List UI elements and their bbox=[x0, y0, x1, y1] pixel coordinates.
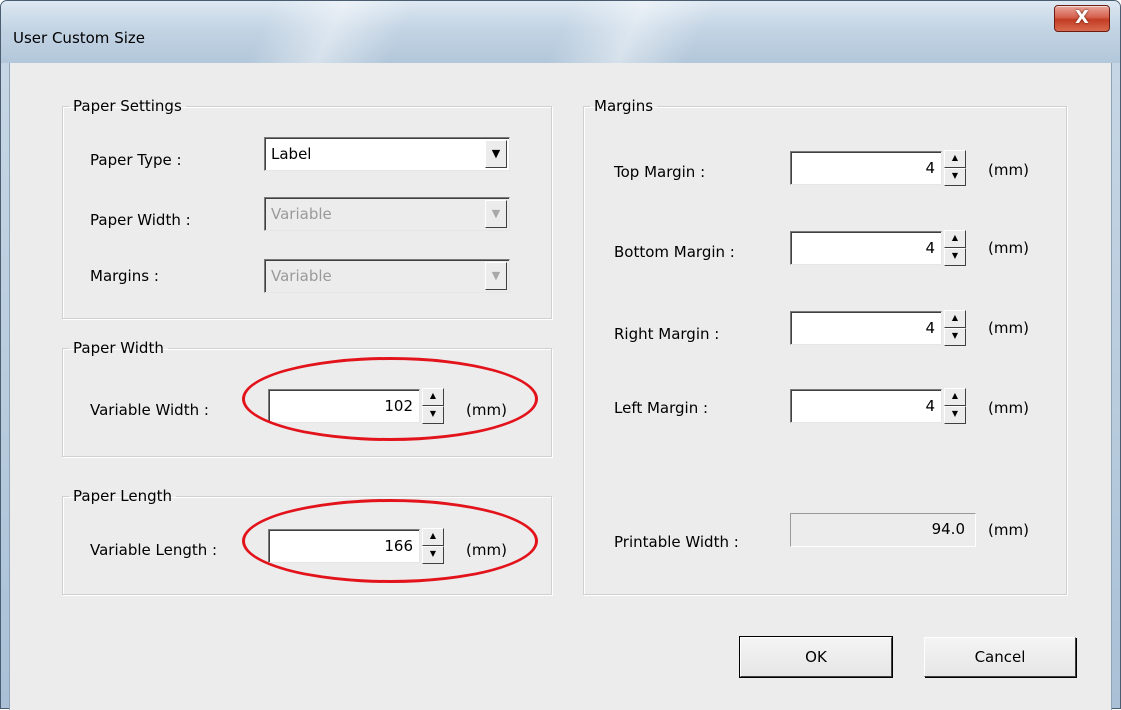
spin-up-icon[interactable]: ▲ bbox=[944, 230, 966, 248]
left-margin-unit: (mm) bbox=[988, 399, 1029, 417]
margins-setting-label: Margins : bbox=[90, 267, 159, 285]
spin-up-icon[interactable]: ▲ bbox=[944, 310, 966, 328]
margins-setting-select: Variable ▼ bbox=[264, 259, 510, 293]
paper-width-legend: Paper Width bbox=[73, 339, 164, 357]
top-margin-value: 4 bbox=[925, 159, 935, 177]
spin-up-icon[interactable]: ▲ bbox=[944, 150, 966, 168]
paper-type-value: Label bbox=[271, 145, 312, 163]
close-icon: X bbox=[1075, 7, 1089, 28]
variable-width-unit: (mm) bbox=[466, 401, 507, 419]
ok-button[interactable]: OK bbox=[739, 636, 893, 678]
variable-length-unit: (mm) bbox=[466, 541, 507, 559]
paper-width-label: Paper Width : bbox=[90, 211, 191, 229]
right-margin-label: Right Margin : bbox=[614, 325, 720, 343]
spin-up-icon[interactable]: ▲ bbox=[422, 528, 444, 546]
printable-width-field: 94.0 bbox=[790, 513, 976, 547]
variable-length-input[interactable]: 166 bbox=[268, 529, 420, 563]
margins-setting-value: Variable bbox=[271, 267, 332, 285]
variable-width-input[interactable]: 102 bbox=[268, 389, 420, 423]
spin-down-icon[interactable]: ▼ bbox=[944, 168, 966, 186]
top-margin-unit: (mm) bbox=[988, 161, 1029, 179]
left-margin-input[interactable]: 4 bbox=[790, 389, 942, 423]
bottom-margin-label: Bottom Margin : bbox=[614, 243, 735, 261]
cancel-button[interactable]: Cancel bbox=[924, 637, 1076, 677]
chevron-down-icon: ▼ bbox=[485, 200, 507, 228]
printable-width-value: 94.0 bbox=[931, 520, 965, 538]
variable-width-spinner[interactable]: ▲ ▼ bbox=[422, 388, 444, 424]
variable-length-label: Variable Length : bbox=[90, 541, 218, 559]
printable-width-label: Printable Width : bbox=[614, 533, 739, 551]
window-title: User Custom Size bbox=[13, 29, 145, 47]
spin-down-icon[interactable]: ▼ bbox=[944, 406, 966, 424]
spin-down-icon[interactable]: ▼ bbox=[422, 546, 444, 564]
spin-down-icon[interactable]: ▼ bbox=[944, 248, 966, 266]
left-margin-spinner[interactable]: ▲ ▼ bbox=[944, 388, 966, 424]
right-margin-value: 4 bbox=[925, 319, 935, 337]
right-margin-spinner[interactable]: ▲ ▼ bbox=[944, 310, 966, 346]
margins-legend: Margins bbox=[594, 97, 654, 115]
paper-width-select: Variable ▼ bbox=[264, 197, 510, 231]
variable-length-value: 166 bbox=[384, 537, 413, 555]
variable-width-label: Variable Width : bbox=[90, 401, 209, 419]
right-margin-input[interactable]: 4 bbox=[790, 311, 942, 345]
spin-down-icon[interactable]: ▼ bbox=[944, 328, 966, 346]
right-margin-unit: (mm) bbox=[988, 319, 1029, 337]
bottom-margin-value: 4 bbox=[925, 239, 935, 257]
variable-width-value: 102 bbox=[384, 397, 413, 415]
spin-up-icon[interactable]: ▲ bbox=[422, 388, 444, 406]
top-margin-label: Top Margin : bbox=[614, 163, 706, 181]
top-margin-spinner[interactable]: ▲ ▼ bbox=[944, 150, 966, 186]
variable-length-spinner[interactable]: ▲ ▼ bbox=[422, 528, 444, 564]
bottom-margin-unit: (mm) bbox=[988, 239, 1029, 257]
title-bar[interactable]: User Custom Size X bbox=[1, 1, 1120, 63]
paper-type-label: Paper Type : bbox=[90, 151, 182, 169]
bottom-margin-input[interactable]: 4 bbox=[790, 231, 942, 265]
dialog-window: User Custom Size X Paper Settings Paper … bbox=[0, 0, 1121, 710]
chevron-down-icon: ▼ bbox=[485, 262, 507, 290]
paper-length-legend: Paper Length bbox=[73, 487, 172, 505]
title-bar-sheen bbox=[246, 1, 416, 63]
bottom-margin-spinner[interactable]: ▲ ▼ bbox=[944, 230, 966, 266]
paper-settings-legend: Paper Settings bbox=[73, 97, 182, 115]
spin-up-icon[interactable]: ▲ bbox=[944, 388, 966, 406]
close-button[interactable]: X bbox=[1054, 5, 1110, 32]
top-margin-input[interactable]: 4 bbox=[790, 151, 942, 185]
chevron-down-icon[interactable]: ▼ bbox=[485, 140, 507, 168]
left-margin-label: Left Margin : bbox=[614, 399, 709, 417]
paper-width-value: Variable bbox=[271, 205, 332, 223]
left-margin-value: 4 bbox=[925, 397, 935, 415]
paper-type-select[interactable]: Label ▼ bbox=[264, 137, 510, 171]
title-bar-sheen bbox=[546, 1, 716, 63]
dialog-client-area: Paper Settings Paper Type : Label ▼ Pape… bbox=[9, 63, 1112, 710]
printable-width-unit: (mm) bbox=[988, 521, 1029, 539]
spin-down-icon[interactable]: ▼ bbox=[422, 406, 444, 424]
